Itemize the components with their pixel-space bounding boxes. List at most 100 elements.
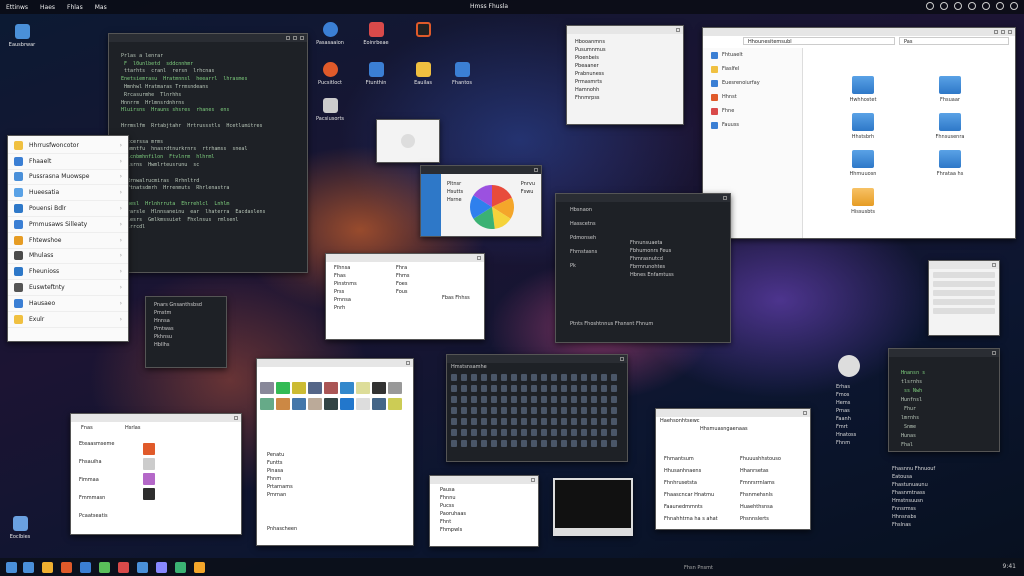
grid-cell[interactable]	[491, 396, 497, 403]
grid-cell[interactable]	[491, 374, 497, 381]
taskbar-app-icon[interactable]	[23, 561, 34, 573]
grid-cell[interactable]	[501, 374, 507, 381]
sidebar-item[interactable]: Pk	[566, 262, 601, 270]
side-item[interactable]: Fhnm	[832, 439, 882, 447]
list-item[interactable]: Fhmrasnutcd	[626, 255, 678, 263]
title-bar[interactable]	[567, 26, 683, 34]
network-icon[interactable]	[926, 2, 934, 10]
close-icon[interactable]	[1008, 30, 1012, 34]
grid-cell[interactable]	[521, 385, 527, 392]
file-item[interactable]: Fous	[392, 288, 414, 296]
launcher-item[interactable]: Mhulass ›	[8, 249, 128, 265]
settings-window[interactable]: Fnas Hsrlas Eteaasmseme Fhsauiha Fimmaa …	[70, 413, 242, 535]
bluetooth-icon[interactable]	[968, 2, 976, 10]
grid-cell[interactable]	[581, 385, 587, 392]
list-item[interactable]: Hbnes Enfamtuss	[626, 271, 678, 279]
grid-cell[interactable]	[571, 385, 577, 392]
dark-panel-window[interactable]: Hbsnaon Hasscetns Pdmonseh Fhrnstasns Pk…	[555, 193, 731, 343]
sidebar-item[interactable]: Fhas	[330, 272, 380, 280]
taskbar-app-icon[interactable]	[80, 561, 91, 573]
list-item[interactable]: Pucss	[436, 502, 532, 510]
title-bar[interactable]	[71, 414, 241, 422]
close-icon[interactable]	[406, 361, 410, 365]
launcher-item[interactable]: Prnmusaws Silleaty ›	[8, 217, 128, 233]
grid-cell[interactable]	[471, 374, 477, 381]
list-item[interactable]: Fmnrsrrnlams	[736, 479, 810, 491]
maximize-icon[interactable]	[293, 36, 297, 40]
grid-cell[interactable]	[481, 418, 487, 425]
sidebar-item[interactable]: Fhrnstasns	[566, 248, 601, 256]
grid-cell[interactable]	[551, 385, 557, 392]
grid-cell[interactable]	[521, 418, 527, 425]
title-bar[interactable]	[656, 409, 810, 417]
sidebar-item[interactable]: Flhnsa	[330, 264, 380, 272]
title-bar[interactable]	[326, 254, 484, 262]
list-item[interactable]: Pausa	[436, 486, 532, 494]
taskbar-app-icon[interactable]	[118, 561, 129, 573]
folder-item[interactable]: Hhstsbrh	[838, 113, 888, 140]
title-bar[interactable]	[556, 194, 730, 202]
list-item[interactable]: Fhnhrusetsta	[660, 479, 736, 491]
list-item[interactable]: Fhasnnu Fhnuouf	[888, 465, 988, 473]
title-bar[interactable]	[889, 349, 999, 357]
small-window[interactable]	[928, 260, 1000, 336]
close-icon[interactable]	[676, 28, 680, 32]
grid-cell[interactable]	[581, 418, 587, 425]
launcher-item[interactable]: Fhtewshoe ›	[8, 233, 128, 249]
launcher-item[interactable]: Fhaaelt ›	[8, 154, 128, 170]
grid-cell[interactable]	[601, 385, 607, 392]
desktop-icon[interactable]: Eauilas	[403, 62, 443, 86]
list-item[interactable]: Fbrmrunohtes	[626, 263, 678, 271]
grid-cell[interactable]	[561, 418, 567, 425]
chart-window[interactable]: Pltnsr Hsutts Hsrne Pnrvu Fswu	[420, 165, 542, 237]
grid-cell[interactable]	[571, 418, 577, 425]
list-item[interactable]: Phsnnslerts	[736, 515, 810, 527]
file-item[interactable]: Fhms	[392, 272, 414, 280]
grid-cell[interactable]	[591, 407, 597, 414]
close-icon[interactable]	[234, 416, 238, 420]
grid-cell[interactable]	[471, 396, 477, 403]
launcher-item[interactable]: Euswteftnty ›	[8, 280, 128, 296]
grid-cell[interactable]	[461, 429, 467, 436]
desktop-icon[interactable]	[403, 22, 443, 40]
close-icon[interactable]	[992, 351, 996, 355]
folder-item[interactable]: Hwhhostet	[838, 76, 888, 103]
character-grid[interactable]	[447, 371, 627, 452]
side-item[interactable]: Fmrt	[832, 423, 882, 431]
grid-cell[interactable]	[561, 374, 567, 381]
list-item[interactable]: Fhmantsum	[660, 455, 736, 467]
grid-cell[interactable]	[551, 429, 557, 436]
terminal-content[interactable]: Hnansn s tlsrnhs ss Nwh Hunfnsl Fhur lmr…	[889, 357, 999, 451]
list-item[interactable]: Fhastunuaunu	[888, 481, 988, 489]
folder-item[interactable]: Fhnsusenra	[925, 113, 975, 140]
side-item[interactable]: Faanh	[832, 415, 882, 423]
list-item[interactable]: Fhslnas	[888, 521, 988, 529]
menu-item[interactable]: Pmtwas	[150, 325, 222, 333]
grid-cell[interactable]	[491, 418, 497, 425]
list-item[interactable]: Huaehthsnsa	[736, 503, 810, 515]
close-icon[interactable]	[477, 256, 481, 260]
close-icon[interactable]	[803, 411, 807, 415]
grid-cell[interactable]	[501, 396, 507, 403]
grid-cell[interactable]	[601, 429, 607, 436]
small-dialog[interactable]	[376, 119, 440, 163]
grid-cell[interactable]	[611, 407, 617, 414]
grid-cell[interactable]	[541, 385, 547, 392]
list-item[interactable]: Fbhumonrs Feus	[626, 247, 678, 255]
list-item[interactable]: Pcaatseatis	[75, 512, 133, 530]
grid-cell[interactable]	[531, 374, 537, 381]
list-item[interactable]: Pinasa	[263, 467, 333, 475]
grid-cell[interactable]	[561, 385, 567, 392]
desktop-icon[interactable]: Eoclbies	[0, 516, 40, 540]
grid-cell[interactable]	[591, 396, 597, 403]
sidebar-item[interactable]: Pnrh	[330, 304, 380, 312]
grid-cell[interactable]	[511, 396, 517, 403]
list-item[interactable]: Funtts	[263, 459, 333, 467]
list-item[interactable]: Fhsnmehsnls	[736, 491, 810, 503]
menu-item[interactable]: Pmstm	[150, 309, 222, 317]
folder-item[interactable]: Fhsuaar	[925, 76, 975, 103]
grid-cell[interactable]	[481, 440, 487, 447]
taskbar-app-icon[interactable]	[137, 561, 148, 573]
list-item[interactable]: Fhsauiha	[75, 458, 133, 476]
grid-cell[interactable]	[571, 429, 577, 436]
